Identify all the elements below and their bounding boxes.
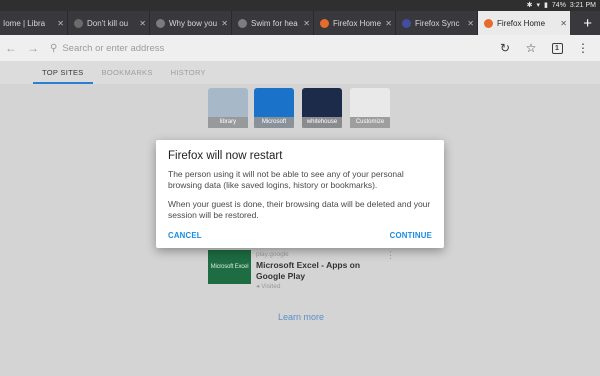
top-site-label: library — [208, 117, 248, 128]
battery-icon: ▮ — [544, 2, 548, 9]
card-meta: ◂ Visited — [256, 283, 281, 290]
tab-label: Swim for hea — [251, 18, 298, 28]
top-site-label: Customize — [350, 117, 390, 128]
card-menu-icon[interactable]: ⋮ — [386, 250, 395, 261]
overflow-menu-icon: ⋮ — [577, 41, 589, 55]
tab-label: Don't kill ou — [87, 18, 129, 28]
browser-tab[interactable]: Don't kill ou ✕ — [68, 11, 150, 35]
dialog-title: Firefox will now restart — [168, 150, 283, 162]
plus-icon: + — [583, 14, 592, 32]
search-icon: ⚲ — [50, 42, 58, 54]
dialog-paragraph: When your guest is done, their browsing … — [168, 199, 431, 220]
status-bar: ✱ ▾ ▮ 74% 3:21 PM — [0, 0, 600, 11]
close-tab-icon[interactable]: ✕ — [385, 19, 395, 28]
tab-bookmarks[interactable]: BOOKMARKS — [93, 61, 162, 84]
dialog-paragraph: The person using it will not be able to … — [168, 169, 404, 190]
top-site-label: whitehouse — [302, 117, 342, 128]
card-source: play.google — [256, 251, 289, 258]
back-button[interactable]: ← — [0, 37, 22, 59]
browser-tab[interactable]: Firefox Sync ✕ — [396, 11, 478, 35]
forward-button[interactable]: → — [22, 37, 44, 59]
restart-dialog: Firefox will now restart The person usin… — [156, 140, 444, 248]
firefox-favicon-icon — [484, 18, 493, 28]
star-icon: ☆ — [525, 41, 537, 55]
sync-favicon-icon — [402, 18, 411, 28]
continue-button[interactable]: CONTINUE — [390, 231, 432, 240]
forward-arrow-icon: → — [27, 41, 39, 55]
learn-more-link[interactable]: Learn more — [278, 312, 324, 322]
browser-tab[interactable]: Why bow you ✕ — [150, 11, 232, 35]
bluetooth-icon: ✱ — [526, 2, 533, 9]
bookmark-button[interactable]: ☆ — [520, 37, 542, 59]
close-tab-icon[interactable]: ✕ — [57, 19, 67, 28]
browser-tab[interactable]: Swim for hea ✕ — [232, 11, 314, 35]
browser-tab[interactable]: Iome | Libra ✕ — [0, 11, 68, 35]
close-tab-icon[interactable]: ✕ — [467, 19, 477, 28]
tab-favicon-icon — [74, 18, 83, 28]
card-title: Microsoft Excel - Apps on Google Play — [256, 260, 361, 281]
tab-label: Firefox Home — [497, 18, 546, 28]
close-tab-icon[interactable]: ✕ — [139, 19, 149, 28]
browser-tab[interactable]: Firefox Home ✕ — [314, 11, 396, 35]
tab-top-sites[interactable]: TOP SITES — [33, 61, 93, 84]
tab-strip: Iome | Libra ✕ Don't kill ou ✕ Why bow y… — [0, 11, 600, 35]
reload-icon: ↻ — [499, 41, 511, 55]
menu-button[interactable]: ⋮ — [572, 37, 594, 59]
wifi-icon: ▾ — [536, 2, 541, 9]
battery-level: 74% — [551, 2, 566, 9]
tab-count: 1 — [551, 42, 563, 54]
close-tab-icon[interactable]: ✕ — [221, 19, 231, 28]
url-bar[interactable]: ⚲ Search or enter address — [50, 38, 494, 58]
tab-favicon-icon — [156, 18, 165, 28]
new-tab-button[interactable]: + — [570, 11, 600, 35]
firefox-favicon-icon — [320, 18, 329, 28]
tabs-button[interactable]: 1 — [546, 37, 568, 59]
tab-history[interactable]: HISTORY — [162, 61, 215, 84]
highlight-card[interactable]: Microsoft Excel play.google Microsoft Ex… — [200, 242, 395, 304]
browser-toolbar: ← → ⚲ Search or enter address ↻ ☆ 1 ⋮ — [0, 35, 600, 61]
browser-tab-active[interactable]: Firefox Home ✕ — [478, 11, 570, 35]
close-tab-icon[interactable]: ✕ — [303, 19, 313, 28]
top-site-tile[interactable]: Customize — [350, 88, 390, 128]
home-panel-tabs: TOP SITES BOOKMARKS HISTORY — [0, 61, 600, 84]
close-tab-icon[interactable]: ✕ — [560, 19, 570, 28]
reload-button[interactable]: ↻ — [494, 37, 516, 59]
top-site-tile[interactable]: library — [208, 88, 248, 128]
top-site-tile[interactable]: Microsoft — [254, 88, 294, 128]
card-thumbnail: Microsoft Excel — [208, 250, 251, 284]
tab-label: Why bow you — [169, 18, 218, 28]
url-placeholder: Search or enter address — [62, 42, 165, 54]
tab-label: Firefox Sync — [415, 18, 460, 28]
tab-label: Iome | Libra — [3, 18, 46, 28]
back-arrow-icon: ← — [5, 41, 17, 55]
tab-favicon-icon — [238, 18, 247, 28]
tab-label: Firefox Home — [333, 18, 382, 28]
top-site-label: Microsoft — [254, 117, 294, 128]
top-site-tile[interactable]: whitehouse — [302, 88, 342, 128]
cancel-button[interactable]: CANCEL — [168, 231, 202, 240]
clock: 3:21 PM — [569, 2, 596, 9]
